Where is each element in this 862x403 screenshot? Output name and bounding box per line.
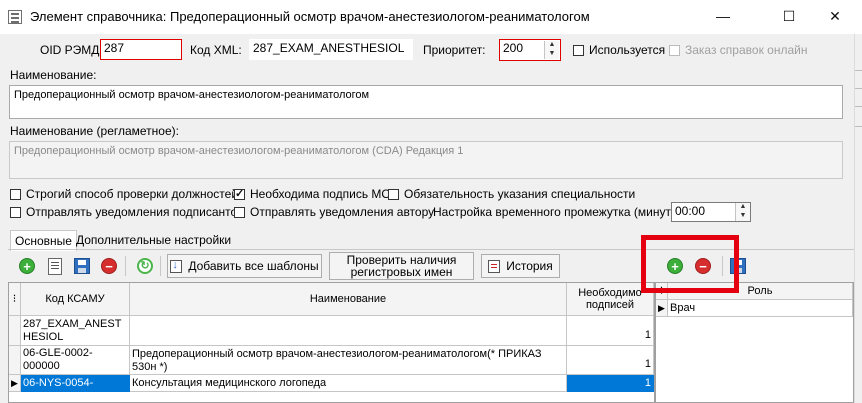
table-row-count[interactable]: 1 xyxy=(567,346,654,375)
sign-mo-checkbox[interactable]: Необходима подпись МО xyxy=(234,187,391,201)
used-checkbox-label: Используется xyxy=(589,43,666,57)
add-icon: + xyxy=(19,258,35,274)
specialty-label: Обязательность указания специальности xyxy=(404,187,636,201)
interval-label: Настройка временного промежутка (минуты)… xyxy=(433,205,687,219)
interval-up-icon[interactable]: ▲ xyxy=(736,203,750,212)
tab-main[interactable]: Основные xyxy=(10,230,77,251)
interval-down-icon[interactable]: ▼ xyxy=(736,212,750,221)
table-row-name[interactable]: Консультация медицинского логопеда xyxy=(130,375,567,392)
name-label: Наименование: xyxy=(10,68,97,82)
notify-author-label: Отправлять уведомления автору xyxy=(250,205,435,219)
refresh-button[interactable]: ↻ xyxy=(135,254,155,278)
roles-grid: ⁝ Роль ▶ Врач xyxy=(655,282,854,403)
specialty-box[interactable] xyxy=(388,188,399,200)
current-row-arrow-icon[interactable]: ▶ xyxy=(9,375,21,392)
tab-additional[interactable]: Дополнительные настройки xyxy=(72,230,235,250)
spin-down-icon[interactable]: ▼ xyxy=(545,50,559,59)
panel-divider xyxy=(855,106,862,107)
check-names-label: Проверить наличия регистровых имен xyxy=(346,253,457,279)
panel-divider xyxy=(855,70,862,71)
window-icon xyxy=(8,10,22,24)
online-order-checkbox-box xyxy=(669,44,680,56)
edit-button[interactable] xyxy=(45,254,65,278)
interval-spinner[interactable]: ▲ ▼ xyxy=(735,203,750,221)
xml-code-input[interactable]: 287_EXAM_ANESTHESIOL xyxy=(249,39,413,60)
name-textarea[interactable]: Предоперационный осмотр врачом-анестезио… xyxy=(9,85,843,119)
title-bar: Элемент справочника: Предоперационный ос… xyxy=(0,0,862,34)
history-button[interactable]: История xyxy=(481,254,560,278)
table-row-name[interactable]: Предоперационный осмотр врачом-анестезио… xyxy=(130,346,567,375)
add-button[interactable]: + xyxy=(17,254,37,278)
grid-row-selector-header: ⁝ xyxy=(9,283,21,316)
table-row-code[interactable]: 06-NYS-0054-260028 xyxy=(21,375,130,392)
xml-code-label: Код XML: xyxy=(190,43,242,57)
refresh-icon: ↻ xyxy=(137,258,153,274)
strict-check-checkbox[interactable]: Строгий способ проверки должностей xyxy=(10,187,238,201)
history-icon xyxy=(488,259,501,273)
panel-divider xyxy=(855,88,862,89)
window-title: Элемент справочника: Предоперационный ос… xyxy=(30,9,590,24)
priority-spinner[interactable]: ▲ ▼ xyxy=(544,41,559,59)
add-all-templates-label: Добавить все шаблоны xyxy=(188,259,319,273)
check-names-button[interactable]: Проверить наличия регистровых имен xyxy=(329,252,474,280)
used-checkbox[interactable]: Используется xyxy=(573,43,665,57)
column-header-code[interactable]: Код КСАМУ xyxy=(21,283,130,316)
notify-signers-box[interactable] xyxy=(10,206,21,218)
row-indicator[interactable] xyxy=(9,346,21,375)
sign-mo-box[interactable] xyxy=(234,187,245,200)
table-row-code[interactable]: 06-GLE-0002-000000 xyxy=(21,346,130,375)
reg-name-label: Наименование (регламетное): xyxy=(10,124,179,138)
used-checkbox-box[interactable] xyxy=(573,44,584,56)
specialty-checkbox[interactable]: Обязательность указания специальности xyxy=(388,187,635,201)
interval-value: 00:00 xyxy=(675,204,706,218)
priority-value: 200 xyxy=(503,41,524,55)
minimize-button[interactable]: — xyxy=(700,2,746,32)
oid-input[interactable]: 287 xyxy=(100,39,182,60)
add-all-templates-button[interactable]: Добавить все шаблоны xyxy=(167,254,322,278)
panel-divider xyxy=(855,126,862,127)
table-row-code[interactable]: 287_EXAM_ANESTHESIOL xyxy=(21,316,130,346)
highlight-annotation xyxy=(641,235,739,293)
toolbar-separator xyxy=(125,256,126,276)
notify-signers-checkbox[interactable]: Отправлять уведомления подписантов xyxy=(10,205,244,219)
table-row-count[interactable]: 1 xyxy=(567,316,654,346)
save-button[interactable] xyxy=(72,254,92,278)
online-order-checkbox-label: Заказ справок онлайн xyxy=(685,43,808,57)
table-row-name[interactable] xyxy=(130,316,567,346)
edit-list-icon xyxy=(48,257,62,275)
column-header-name[interactable]: Наименование xyxy=(130,283,567,316)
history-label: История xyxy=(506,259,553,273)
strict-check-label: Строгий способ проверки должностей xyxy=(26,187,239,201)
toolbar-separator xyxy=(160,256,161,276)
notify-signers-label: Отправлять уведомления подписантов xyxy=(26,205,244,219)
priority-label: Приоритет: xyxy=(423,43,486,57)
current-role-arrow-icon[interactable]: ▶ xyxy=(656,300,668,317)
strict-check-box[interactable] xyxy=(10,188,21,200)
download-icon xyxy=(170,259,183,273)
delete-icon: − xyxy=(101,258,117,274)
row-indicator[interactable] xyxy=(9,316,21,346)
reg-name-textarea: Предоперационный осмотр врачом-анестезио… xyxy=(9,141,843,179)
templates-grid: ⁝ Код КСАМУ Наименование Необходимо подп… xyxy=(8,282,655,403)
notify-author-box[interactable] xyxy=(234,206,245,218)
maximize-button[interactable]: ☐ xyxy=(766,2,812,32)
delete-button[interactable]: − xyxy=(99,254,119,278)
notify-author-checkbox[interactable]: Отправлять уведомления автору xyxy=(234,205,434,219)
spin-up-icon[interactable]: ▲ xyxy=(545,41,559,50)
online-order-checkbox: Заказ справок онлайн xyxy=(669,43,807,57)
role-row[interactable]: Врач xyxy=(668,300,853,317)
save-icon xyxy=(74,258,90,274)
right-side-panel xyxy=(854,34,862,403)
sign-mo-label: Необходима подпись МО xyxy=(250,187,391,201)
oid-label: OID РЭМД: xyxy=(40,43,103,57)
close-button[interactable]: ✕ xyxy=(812,2,858,32)
table-row-count[interactable]: 1 xyxy=(567,375,654,392)
